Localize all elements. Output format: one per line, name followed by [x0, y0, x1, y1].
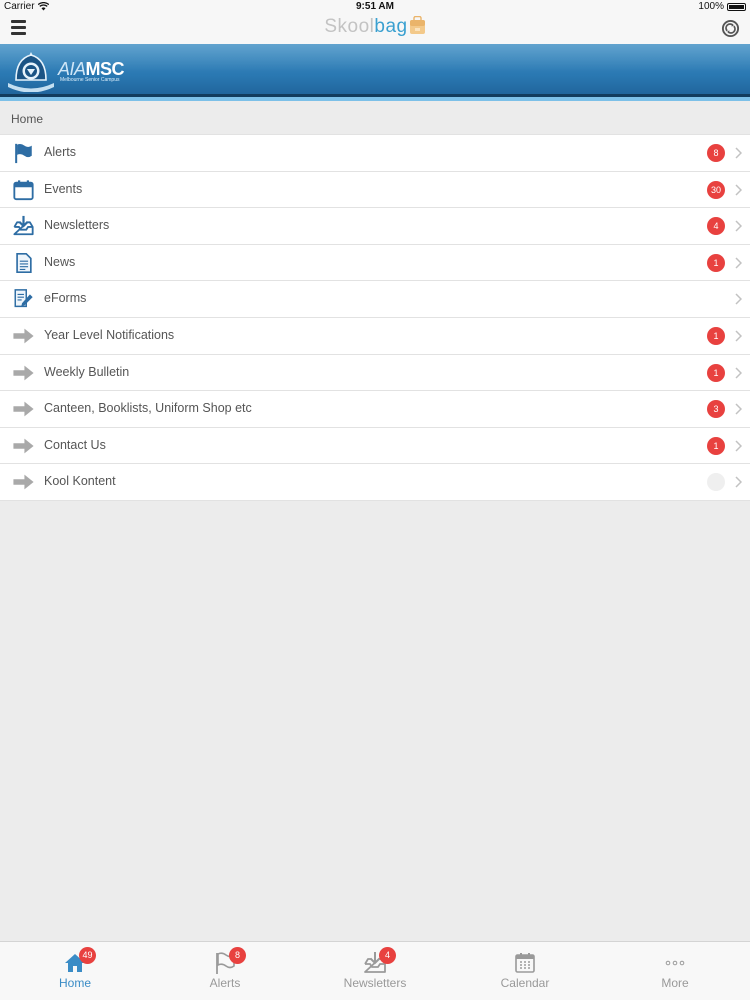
- notification-badge: 4: [707, 217, 725, 236]
- schoolbag-icon: [409, 16, 425, 34]
- tab-more[interactable]: More: [600, 942, 750, 1000]
- menu-item-label: Year Level Notifications: [44, 327, 175, 342]
- menu-list: Alerts 8 Events 30 Newsletters 4 News 1 …: [0, 134, 750, 501]
- menu-item-eforms[interactable]: eForms: [0, 281, 750, 318]
- menu-item-label: Newsletters: [44, 218, 110, 233]
- chevron-right-icon: [735, 367, 742, 379]
- app-title-part1: Skool: [324, 16, 375, 37]
- battery-icon: [727, 3, 746, 11]
- chevron-right-icon: [735, 440, 742, 452]
- tab-alerts[interactable]: 8 Alerts: [150, 942, 300, 1000]
- calendar-icon: [515, 953, 535, 973]
- menu-item-events[interactable]: Events 30: [0, 171, 750, 209]
- chevron-right-icon: [735, 220, 742, 232]
- arrow-right-icon: [13, 365, 34, 380]
- tab-calendar[interactable]: Calendar: [450, 942, 600, 1000]
- arrow-right-icon: [13, 401, 34, 417]
- navigation-bar: Skoolbag: [0, 14, 750, 44]
- menu-item-year-level-notifications[interactable]: Year Level Notifications 1: [0, 317, 750, 355]
- notification-badge: 1: [707, 253, 725, 272]
- tab-label: Newsletters: [343, 976, 407, 990]
- arrow-right-icon: [13, 475, 34, 490]
- calendar-icon: [13, 179, 34, 200]
- breadcrumb: Home: [11, 112, 44, 126]
- menu-item-news[interactable]: News 1: [0, 244, 750, 282]
- form-edit-icon: [14, 289, 33, 308]
- chevron-right-icon: [735, 330, 742, 342]
- menu-item-kool-kontent[interactable]: Kool Kontent: [0, 464, 750, 501]
- menu-item-label: Weekly Bulletin: [44, 364, 130, 379]
- tab-label: Calendar: [500, 976, 550, 990]
- notification-badge: 3: [707, 400, 725, 419]
- school-crest-logo: [8, 52, 54, 92]
- menu-item-label: Kool Kontent: [44, 474, 116, 489]
- chevron-right-icon: [735, 293, 742, 305]
- tab-home[interactable]: 49 Home: [0, 942, 150, 1000]
- menu-item-label: Contact Us: [44, 437, 106, 452]
- menu-item-label: News: [44, 254, 76, 269]
- status-bar: Carrier 9:51 AM 100%: [0, 0, 750, 14]
- app-logo-title: Skoolbag: [0, 16, 750, 38]
- arrow-right-icon: [13, 328, 34, 344]
- chevron-right-icon: [735, 403, 742, 415]
- menu-item-canteen-booklists[interactable]: Canteen, Booklists, Uniform Shop etc 3: [0, 391, 750, 428]
- app-title-part2: bag: [374, 16, 408, 37]
- clock: 9:51 AM: [356, 1, 394, 12]
- menu-item-newsletters[interactable]: Newsletters 4: [0, 208, 750, 245]
- chevron-right-icon: [735, 184, 742, 196]
- notification-badge: 1: [707, 326, 725, 345]
- more-dots-icon: [665, 960, 685, 966]
- tab-label: Alerts: [209, 976, 241, 990]
- menu-item-label: eForms: [44, 291, 87, 306]
- inbox-download-icon: [13, 216, 34, 236]
- notification-badge: 30: [707, 180, 725, 199]
- tab-label: More: [661, 976, 689, 990]
- menu-item-contact-us[interactable]: Contact Us 1: [0, 427, 750, 465]
- notification-badge-empty: [707, 473, 725, 492]
- notification-badge: 1: [707, 436, 725, 455]
- tab-label: Home: [58, 976, 91, 990]
- tab-badge: 49: [79, 947, 96, 964]
- chevron-right-icon: [735, 476, 742, 488]
- document-icon: [16, 252, 32, 273]
- notification-badge: 1: [707, 363, 725, 382]
- banner-accent-line: [0, 97, 750, 101]
- menu-item-label: Events: [44, 181, 83, 196]
- menu-item-label: Alerts: [44, 145, 76, 159]
- menu-item-weekly-bulletin[interactable]: Weekly Bulletin 1: [0, 354, 750, 392]
- tab-badge: 4: [379, 947, 396, 964]
- school-subtitle: Melbourne Senior Campus: [60, 77, 120, 83]
- bottom-tab-bar: 49 Home 8 Alerts 4 Newsletters Calendar: [0, 941, 750, 1000]
- tab-newsletters[interactable]: 4 Newsletters: [300, 942, 450, 1000]
- notification-badge: 8: [707, 144, 725, 162]
- battery-percentage: 100%: [698, 1, 724, 12]
- school-banner: AIAMSC Melbourne Senior Campus: [0, 44, 750, 101]
- menu-item-alerts[interactable]: Alerts 8: [0, 135, 750, 172]
- menu-item-label: Canteen, Booklists, Uniform Shop etc: [44, 401, 252, 416]
- sync-icon[interactable]: [721, 19, 740, 38]
- chevron-right-icon: [735, 147, 742, 159]
- tab-badge: 8: [229, 947, 246, 964]
- chevron-right-icon: [735, 257, 742, 269]
- flag-icon: [15, 143, 32, 164]
- arrow-right-icon: [13, 438, 34, 454]
